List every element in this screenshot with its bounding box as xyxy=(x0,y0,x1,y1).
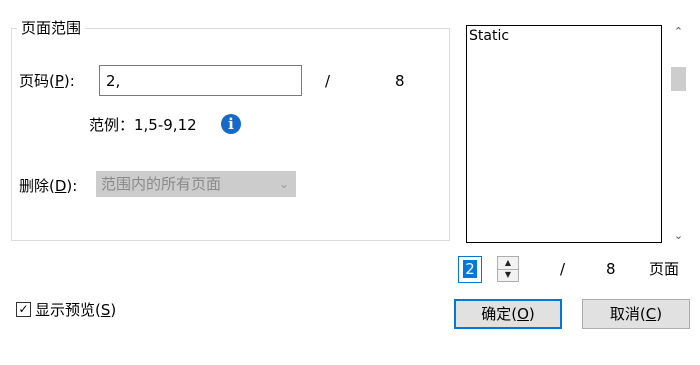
preview-text: Static xyxy=(469,28,510,44)
preview-page-spinner[interactable]: ▲ ▼ xyxy=(497,256,519,282)
scroll-down-icon[interactable]: ⌄ xyxy=(669,229,688,243)
checkmark-icon: ✓ xyxy=(18,302,29,316)
page-range-group xyxy=(11,28,450,241)
delete-select-value: 范围内的所有页面 xyxy=(101,175,222,193)
preview-pages-label: 页面 xyxy=(649,260,680,278)
preview-scrollbar[interactable]: ⌃ ⌄ xyxy=(669,25,688,243)
delete-select: 范围内的所有页面 ⌄ xyxy=(96,171,296,197)
show-preview-label[interactable]: 显示预览(S) xyxy=(35,301,116,319)
page-number-label: 页码(P): xyxy=(19,72,75,90)
page-number-input[interactable] xyxy=(99,65,302,96)
scroll-thumb[interactable] xyxy=(671,67,686,91)
page-range-total-pages: 8 xyxy=(395,72,405,90)
preview-slash: / xyxy=(560,260,566,278)
preview-total-pages: 8 xyxy=(606,260,616,278)
preview-pane: Static xyxy=(466,25,662,243)
spin-down-icon[interactable]: ▼ xyxy=(498,269,518,281)
cancel-button[interactable]: 取消(C) xyxy=(582,299,690,329)
chevron-down-icon: ⌄ xyxy=(278,177,289,191)
info-icon[interactable]: i xyxy=(221,114,241,134)
show-preview-checkbox[interactable]: ✓ xyxy=(16,302,31,317)
preview-page-input[interactable]: 2 xyxy=(458,256,482,283)
page-range-legend: 页面范围 xyxy=(17,19,86,37)
ok-button[interactable]: 确定(O) xyxy=(454,299,562,329)
delete-label: 删除(D): xyxy=(19,177,78,195)
example-text: 范例：1,5-9,12 xyxy=(89,116,197,134)
page-range-slash: / xyxy=(325,72,331,90)
scroll-up-icon[interactable]: ⌃ xyxy=(669,25,688,39)
